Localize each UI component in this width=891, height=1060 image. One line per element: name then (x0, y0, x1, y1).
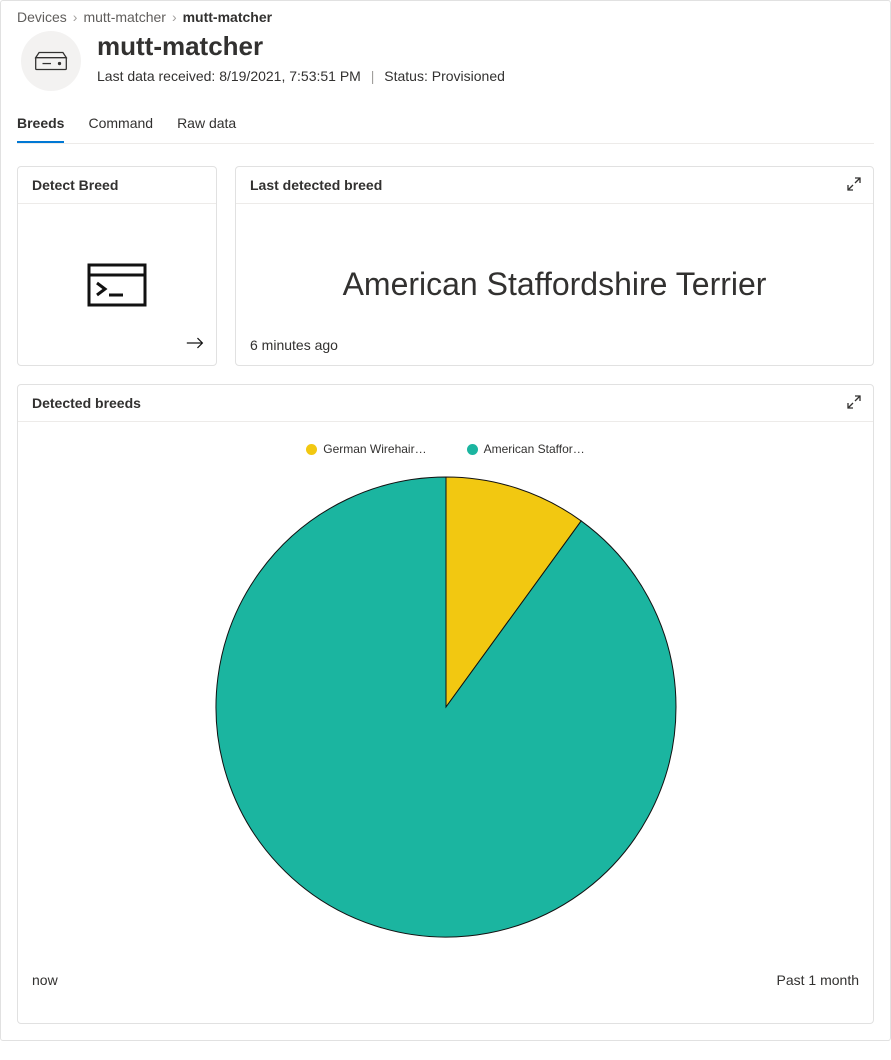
breadcrumb-current: mutt-matcher (183, 9, 272, 25)
pie-slice[interactable] (215, 477, 675, 937)
tab-rawdata[interactable]: Raw data (177, 109, 236, 143)
card-last-title: Last detected breed (236, 167, 873, 204)
chart-time-footer: now Past 1 month (18, 972, 873, 1000)
status-label: Status: (384, 68, 431, 84)
breadcrumb-devices[interactable]: Devices (17, 9, 67, 25)
legend-swatch-icon (306, 444, 317, 455)
legend-item[interactable]: American Staffor… (467, 442, 585, 456)
tab-bar: Breeds Command Raw data (17, 109, 874, 144)
legend-label: German Wirehair… (323, 442, 426, 456)
breadcrumb-mid[interactable]: mutt-matcher (83, 9, 165, 25)
chart-time-left: now (32, 972, 58, 988)
legend-label: American Staffor… (484, 442, 585, 456)
legend-swatch-icon (467, 444, 478, 455)
pie-chart (18, 466, 873, 972)
page-header: mutt-matcher Last data received: 8/19/20… (21, 31, 874, 91)
last-data-label: Last data received: (97, 68, 219, 84)
page-title: mutt-matcher (97, 31, 505, 62)
last-breed-value: American Staffordshire Terrier (236, 266, 873, 303)
tab-command[interactable]: Command (88, 109, 153, 143)
last-data-time: 8/19/2021, 7:53:51 PM (219, 68, 361, 84)
expand-icon[interactable] (847, 395, 861, 414)
card-detected-breeds: Detected breeds German Wirehair… America… (17, 384, 874, 1024)
card-detect-title: Detect Breed (18, 167, 216, 204)
legend-item[interactable]: German Wirehair… (306, 442, 426, 456)
chart-time-right: Past 1 month (777, 972, 860, 988)
card-detect-breed[interactable]: Detect Breed (17, 166, 217, 366)
status-value: Provisioned (432, 68, 505, 84)
card-last-breed: Last detected breed American Staffordshi… (235, 166, 874, 366)
device-icon (21, 31, 81, 91)
chevron-right-icon: › (172, 9, 177, 25)
breadcrumb: Devices › mutt-matcher › mutt-matcher (17, 9, 874, 25)
tab-breeds[interactable]: Breeds (17, 109, 64, 143)
card-chart-title: Detected breeds (18, 385, 873, 422)
header-subtitle: Last data received: 8/19/2021, 7:53:51 P… (97, 68, 505, 84)
expand-icon[interactable] (847, 177, 861, 196)
chevron-right-icon: › (73, 9, 78, 25)
chart-legend: German Wirehair… American Staffor… (18, 422, 873, 466)
arrow-right-icon[interactable] (186, 336, 204, 355)
divider: | (365, 68, 381, 84)
last-breed-time: 6 minutes ago (250, 337, 338, 353)
